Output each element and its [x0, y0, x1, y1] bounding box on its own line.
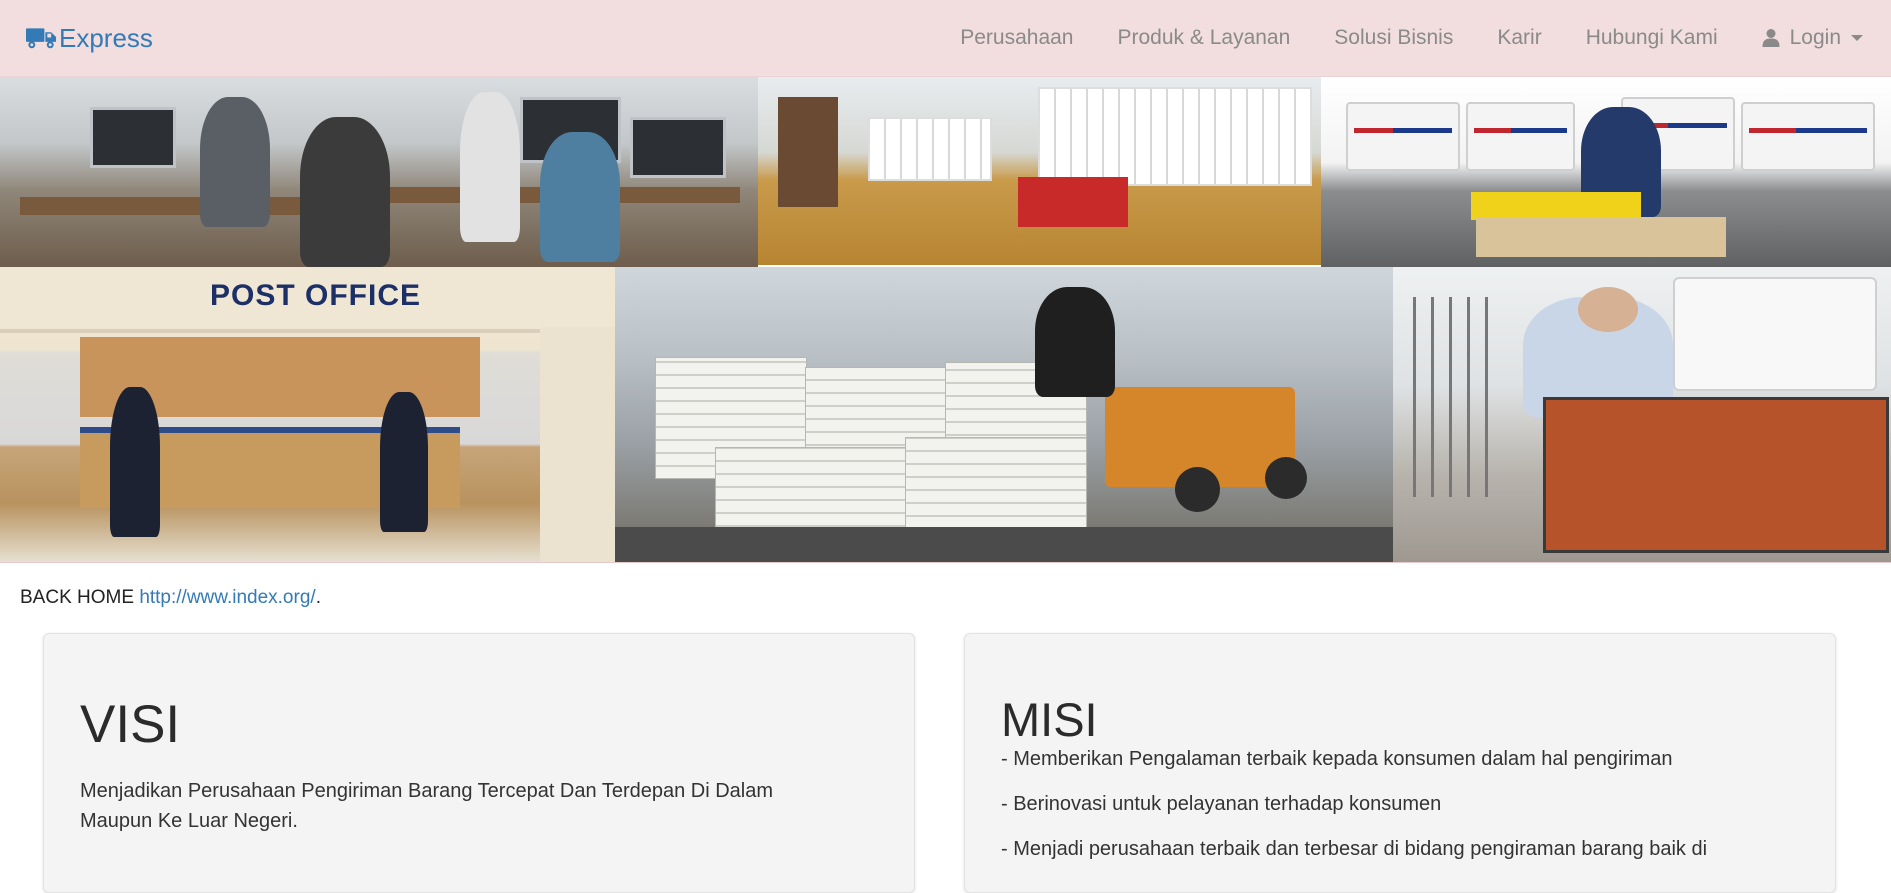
caret-down-icon	[1851, 35, 1863, 41]
visi-title: VISI	[80, 695, 181, 754]
office-photo	[0, 77, 758, 267]
misi-title: MISI	[1001, 693, 1098, 746]
mailroom-photo	[758, 77, 1321, 265]
visi-panel: VISI Menjadikan Perusahaan Pengiriman Ba…	[43, 633, 915, 893]
login-label: Login	[1789, 26, 1841, 49]
nav-hubungi-kami[interactable]: Hubungi Kami	[1564, 26, 1740, 50]
nav-produk-layanan[interactable]: Produk & Layanan	[1096, 26, 1313, 50]
content-section: BACK HOME http://www.index.org/. VISI Me…	[0, 562, 1891, 893]
post-office-sign: POST OFFICE	[210, 279, 422, 312]
hero-collage: POST OFFICE	[0, 77, 1891, 562]
back-home-link[interactable]: http://www.index.org/	[139, 587, 315, 608]
nav-menu: Perusahaan Produk & Layanan Solusi Bisni…	[938, 0, 1891, 76]
mail-carrier-photo	[1393, 267, 1891, 562]
nav-solusi-bisnis[interactable]: Solusi Bisnis	[1312, 26, 1475, 50]
sorting-facility-photo	[615, 267, 1393, 562]
nav-karir[interactable]: Karir	[1475, 26, 1563, 50]
misi-item: - Menjadi perusahaan terbaik dan terbesa…	[1001, 838, 1708, 860]
misi-list: - Memberikan Pengalaman terbaik kepada k…	[1001, 744, 1801, 879]
back-home-line: BACK HOME http://www.index.org/.	[20, 587, 321, 609]
back-home-suffix: .	[315, 587, 321, 608]
back-home-label: BACK HOME	[20, 587, 140, 608]
post-office-photo: POST OFFICE	[0, 267, 615, 562]
navbar: Express Perusahaan Produk & Layanan Solu…	[0, 0, 1891, 77]
misi-item: - Berinovasi untuk pelayanan terhadap ko…	[1001, 793, 1442, 815]
login-dropdown[interactable]: Login	[1740, 26, 1891, 50]
truck-icon	[26, 28, 57, 49]
misi-item: - Memberikan Pengalaman terbaik kepada k…	[1001, 748, 1673, 770]
nav-perusahaan[interactable]: Perusahaan	[938, 26, 1095, 50]
brand-link[interactable]: Express	[26, 20, 153, 56]
mail-trucks-photo	[1321, 77, 1891, 267]
brand-name: Express	[59, 22, 153, 53]
user-icon	[1762, 29, 1780, 47]
visi-text: Menjadikan Perusahaan Pengiriman Barang …	[80, 780, 774, 832]
misi-panel: MISI - Memberikan Pengalaman terbaik kep…	[964, 633, 1836, 893]
